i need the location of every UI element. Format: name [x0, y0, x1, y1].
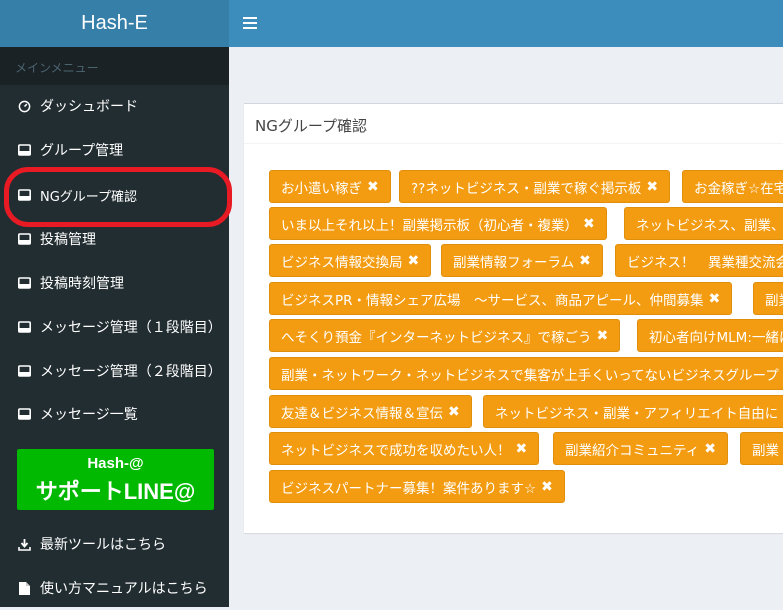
ng-tag[interactable]: ビジネス！ 異業種交流会: [615, 244, 783, 277]
sidebar-item-label: メッセージ一覧: [40, 407, 138, 423]
remove-icon[interactable]: ✖: [367, 179, 379, 195]
top-navbar: [229, 0, 783, 47]
ng-tag[interactable]: ビジネスパートナー募集！案件あります☆ ✖: [269, 470, 565, 503]
ng-tag-label: ビジネス！ 異業種交流会: [627, 254, 783, 271]
sidebar-item-post-time-management[interactable]: 投稿時刻管理: [0, 261, 229, 305]
sidebar-item-label: メッセージ管理（１段階目）: [40, 320, 222, 336]
sidebar-item-label: 使い方マニュアルはこちら: [40, 581, 208, 597]
remove-icon[interactable]: ✖: [646, 179, 658, 195]
ng-tag[interactable]: お金稼ぎ☆在宅: [682, 170, 783, 203]
sidebar-item-label: グループ管理: [40, 143, 124, 159]
ng-tag-label: ??ネットビジネス・副業で稼ぐ掲示板: [411, 180, 642, 197]
ng-group-box: NGグループ確認 お小遣い稼ぎ ✖ ??ネットビジネス・副業で稼ぐ掲示板 ✖ お金稼…: [244, 103, 783, 533]
remove-icon[interactable]: ✖: [448, 404, 460, 420]
sidebar-item-latest-tool[interactable]: 最新ツールはこちら: [0, 522, 229, 566]
ng-tag-label: ビジネスPR・情報シェア広場 ～サービス、商品アピール、仲間募集: [281, 292, 704, 309]
ng-tag-label: 友達＆ビジネス情報＆宣伝: [281, 405, 443, 422]
sidebar-item-label: メッセージ管理（２段階目）: [40, 364, 222, 380]
ng-tag[interactable]: へそくり預金『インターネットビジネス』で稼ごう ✖: [269, 319, 621, 352]
brand-logo[interactable]: Hash-E: [0, 0, 229, 47]
ng-tag[interactable]: 副業: [740, 432, 783, 465]
sidebar-item-label: 最新ツールはこちら: [40, 537, 166, 553]
line-banner-label: サポートLINE@: [35, 479, 196, 504]
remove-icon[interactable]: ✖: [583, 216, 595, 232]
ng-tag[interactable]: 副業情報フォーラム ✖: [441, 244, 603, 277]
ng-tag[interactable]: ??ネットビジネス・副業で稼ぐ掲示板 ✖: [399, 170, 671, 203]
remove-icon[interactable]: ✖: [709, 291, 721, 307]
sidebar: Hash-E メインメニュー ダッシュボード グループ管理 NGグループ確認 投…: [0, 0, 232, 610]
inbox-icon: [17, 143, 31, 157]
inbox-icon: [17, 276, 31, 290]
ng-tag-label: ネットビジネス、副業、: [636, 217, 783, 234]
ng-tag[interactable]: 初心者向けMLM:一緒に: [637, 319, 783, 352]
ng-tag-label: いま以上それ以上！副業掲示板（初心者・複業）: [281, 217, 578, 234]
inbox-icon: [17, 407, 31, 421]
menu-toggle-icon[interactable]: [243, 14, 257, 32]
sidebar-item-label: 投稿管理: [40, 232, 96, 248]
ng-tag-label: 副業: [765, 292, 783, 309]
inbox-icon: [17, 232, 31, 246]
ng-tag[interactable]: お小遣い稼ぎ ✖: [269, 170, 391, 203]
sidebar-item-manual[interactable]: 使い方マニュアルはこちら: [0, 566, 229, 610]
ng-tag-label: お金稼ぎ☆在宅: [694, 180, 783, 197]
dashboard-icon: [17, 99, 31, 113]
sidebar-item-message-stage1[interactable]: メッセージ管理（１段階目）: [0, 305, 229, 349]
ng-tag[interactable]: ビジネス情報交換局 ✖: [269, 244, 432, 277]
ng-tag-label: へそくり預金『インターネットビジネス』で稼ごう: [281, 329, 592, 346]
sidebar-item-label: 投稿時刻管理: [40, 276, 124, 292]
ng-tag-label: 副業情報フォーラム: [453, 254, 575, 271]
remove-icon[interactable]: ✖: [704, 441, 716, 457]
ng-tag[interactable]: いま以上それ以上！副業掲示板（初心者・複業） ✖: [269, 207, 607, 240]
ng-tag[interactable]: 副業・ネットワーク・ネットビジネスで集客が上手くいってないビジネスグループ: [269, 357, 783, 390]
ng-tag[interactable]: ネットビジネス、副業、: [624, 207, 783, 240]
ng-tag[interactable]: ビジネスPR・情報シェア広場 ～サービス、商品アピール、仲間募集 ✖: [269, 282, 733, 315]
ng-tag-label: 副業紹介コミュニティ: [565, 442, 700, 459]
remove-icon[interactable]: ✖: [408, 253, 420, 269]
line-banner-brand: Hash-@: [87, 455, 144, 472]
file-icon: [17, 581, 31, 595]
ng-tag[interactable]: ネットビジネスで成功を収めたい人！ ✖: [269, 432, 540, 465]
sidebar-item-group-management[interactable]: グループ管理: [0, 128, 229, 172]
ng-tag-label: 副業・ネットワーク・ネットビジネスで集客が上手くいってないビジネスグループ: [281, 367, 779, 384]
sidebar-item-dashboard[interactable]: ダッシュボード: [0, 84, 229, 128]
ng-tag-label: ネットビジネスで成功を収めたい人！: [281, 442, 511, 459]
support-line-banner[interactable]: Hash-@ サポートLINE@: [17, 449, 214, 510]
remove-icon[interactable]: ✖: [541, 479, 553, 495]
ng-tag-label: ビジネスパートナー募集！案件あります☆: [281, 480, 537, 497]
remove-icon[interactable]: ✖: [579, 253, 591, 269]
content-area: NGグループ確認 お小遣い稼ぎ ✖ ??ネットビジネス・副業で稼ぐ掲示板 ✖ お金稼…: [229, 47, 783, 607]
sidebar-item-message-stage2[interactable]: メッセージ管理（２段階目）: [0, 349, 229, 393]
ng-tag-label: 初心者向けMLM:一緒に: [649, 329, 783, 346]
highlight-annotation: [4, 167, 232, 227]
remove-icon[interactable]: ✖: [516, 441, 528, 457]
ng-tag[interactable]: 副業: [753, 282, 783, 315]
ng-tag[interactable]: 副業紹介コミュニティ ✖: [553, 432, 728, 465]
download-icon: [17, 537, 31, 551]
inbox-icon: [17, 320, 31, 334]
ng-tag[interactable]: 友達＆ビジネス情報＆宣伝 ✖: [269, 395, 472, 428]
ng-tag[interactable]: ネットビジネス・副業・アフィリエイト自由に: [483, 395, 783, 428]
box-title: NGグループ確認: [244, 104, 783, 144]
ng-tag-label: ビジネス情報交換局: [281, 254, 403, 271]
ng-tag-label: 副業: [752, 442, 779, 459]
inbox-icon: [17, 364, 31, 378]
ng-tag-label: ネットビジネス・副業・アフィリエイト自由に: [495, 405, 779, 422]
ng-tag-label: お小遣い稼ぎ: [281, 180, 362, 197]
remove-icon[interactable]: ✖: [597, 328, 609, 344]
sidebar-item-message-list[interactable]: メッセージ一覧: [0, 392, 229, 436]
sidebar-item-label: ダッシュボード: [40, 99, 138, 115]
menu-header: メインメニュー: [0, 47, 229, 85]
